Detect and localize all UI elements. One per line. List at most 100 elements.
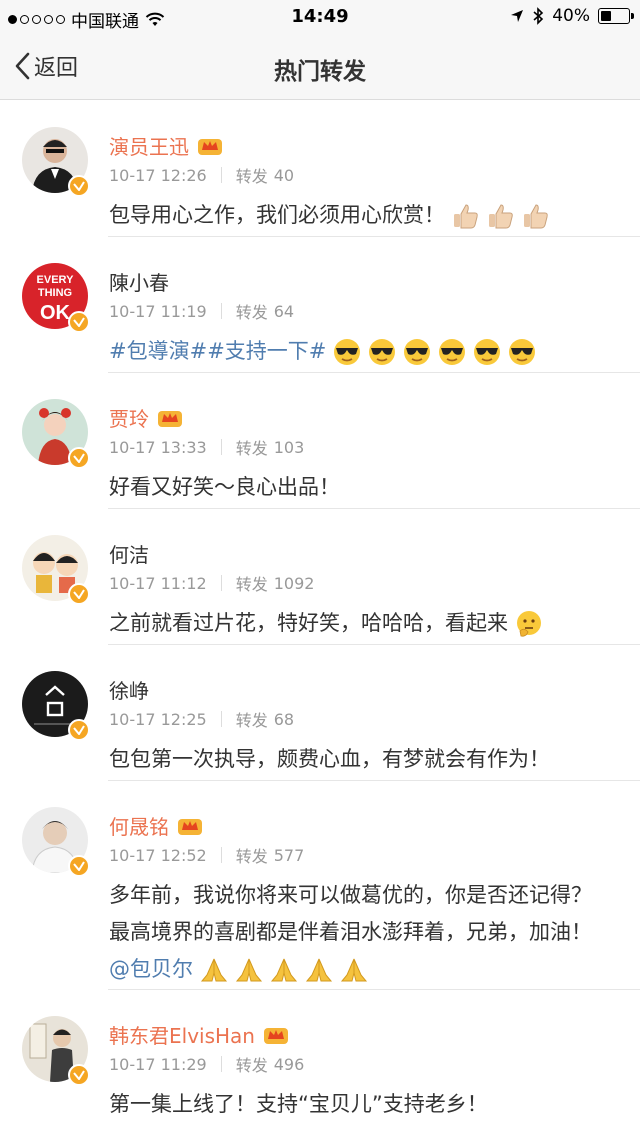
meta-divider (220, 575, 222, 591)
thumbs-up-icon (451, 201, 551, 231)
sunglasses-face-icon (332, 337, 537, 367)
repost-count: 103 (273, 437, 305, 457)
thumbs-up-icon (521, 201, 551, 231)
repost-item[interactable]: 何晟铭 10-17 12:52 转发 577 多年前，我说你将来可以做葛优的，你… (0, 781, 640, 990)
user-name[interactable]: 徐峥 (109, 675, 149, 704)
repost-count: 496 (273, 1054, 305, 1074)
post-meta: 10-17 11:19 转发 64 (109, 299, 294, 323)
repost-count: 64 (273, 301, 295, 321)
repost-list: 演员王迅 10-17 12:26 转发 40 包导用心之作，我们必须用心欣赏！ … (0, 101, 640, 1126)
user-name-row: 徐峥 (109, 675, 149, 704)
user-name-row: 韩东君ElvisHan (109, 1020, 289, 1049)
verified-badge-icon (68, 719, 90, 741)
repost-item[interactable]: 何洁 10-17 11:12 转发 1092 之前就看过片花，特好笑，哈哈哈，看… (0, 509, 640, 645)
battery-icon (598, 8, 634, 24)
post-text-body: 包导用心之作，我们必须用心欣赏！ (109, 203, 445, 227)
user-name[interactable]: 演员王迅 (109, 131, 189, 160)
topic-link[interactable]: #包導演# (109, 339, 207, 363)
topic-link[interactable]: #支持一下# (207, 339, 326, 363)
post-time: 10-17 11:19 (109, 301, 207, 321)
pray-hands-icon (199, 955, 229, 985)
mention-link[interactable]: @包贝尔 (109, 957, 193, 981)
post-time: 10-17 11:29 (109, 1054, 207, 1074)
meta-divider (220, 711, 222, 727)
post-text: 第一集上线了！支持“宝贝儿”支持老乡！ (109, 1086, 609, 1123)
verified-badge-icon (68, 447, 90, 469)
avatar-text: EVERY (37, 274, 75, 286)
post-meta: 10-17 12:25 转发 68 (109, 707, 294, 731)
post-text-body: 多年前，我说你将来可以做葛优的，你是否还记得？最高境界的喜剧都是伴着泪水澎拜着，… (109, 883, 592, 944)
thinking-face-icon (514, 609, 544, 639)
repost-item[interactable]: 贾玲 10-17 13:33 转发 103 好看又好笑～良心出品！ (0, 373, 640, 509)
sunglasses-face-icon (367, 337, 397, 367)
back-button[interactable]: 返回 (14, 48, 78, 84)
pray-hands-icon (304, 955, 334, 985)
thumbs-up-icon (486, 201, 516, 231)
status-bar: 中国联通 14:49 40% (0, 0, 640, 34)
page-title: 热门转发 (274, 59, 366, 85)
back-label: 返回 (34, 56, 79, 81)
bluetooth-icon (533, 7, 544, 25)
pray-hands-icon (269, 955, 299, 985)
post-time: 10-17 12:25 (109, 709, 207, 729)
post-text: #包導演##支持一下# (109, 333, 609, 370)
post-text: 包包第一次执导，颇费心血，有梦就会有作为！ (109, 741, 609, 778)
thinking-face-icon (514, 609, 544, 639)
thumbs-up-icon (451, 201, 481, 231)
pray-hands-icon (339, 955, 369, 985)
user-name-row: 陳小春 (109, 267, 169, 296)
repost-count: 68 (273, 709, 295, 729)
repost-label: 转发 (235, 439, 268, 458)
user-name[interactable]: 何洁 (109, 539, 149, 568)
user-name[interactable]: 贾玲 (109, 403, 149, 432)
verified-badge-icon (68, 175, 90, 197)
repost-item[interactable]: 韩东君ElvisHan 10-17 11:29 转发 496 第一集上线了！支持… (0, 990, 640, 1126)
repost-label: 转发 (235, 167, 268, 186)
post-text-body: 包包第一次执导，颇费心血，有梦就会有作为！ (109, 747, 550, 771)
post-text: 多年前，我说你将来可以做葛优的，你是否还记得？最高境界的喜剧都是伴着泪水澎拜着，… (109, 877, 609, 988)
user-name[interactable]: 陳小春 (109, 267, 169, 296)
meta-divider (220, 303, 222, 319)
vip-crown-icon (178, 818, 202, 835)
avatar-text: OK (40, 302, 71, 324)
user-name[interactable]: 韩东君ElvisHan (109, 1020, 255, 1049)
verified-badge-icon (68, 583, 90, 605)
sunglasses-face-icon (437, 337, 467, 367)
sunglasses-face-icon (472, 337, 502, 367)
user-name[interactable]: 何晟铭 (109, 811, 169, 840)
meta-divider (220, 167, 222, 183)
user-name-row: 何晟铭 (109, 811, 203, 840)
post-text: 包导用心之作，我们必须用心欣赏！ (109, 197, 609, 234)
repost-count: 577 (273, 845, 305, 865)
repost-item[interactable]: 演员王迅 10-17 12:26 转发 40 包导用心之作，我们必须用心欣赏！ (0, 101, 640, 237)
chevron-left-icon (15, 52, 30, 80)
meta-divider (220, 847, 222, 863)
sunglasses-face-icon (507, 337, 537, 367)
post-text-body: 第一集上线了！支持“宝贝儿”支持老乡！ (109, 1092, 488, 1116)
repost-count: 40 (273, 165, 295, 185)
repost-label: 转发 (235, 1056, 268, 1075)
post-meta: 10-17 13:33 转发 103 (109, 435, 304, 459)
user-name-row: 演员王迅 (109, 131, 223, 160)
user-name-row: 贾玲 (109, 403, 183, 432)
verified-badge-icon (68, 311, 90, 333)
post-time: 10-17 13:33 (109, 437, 207, 457)
user-name-row: 何洁 (109, 539, 149, 568)
post-time: 10-17 11:12 (109, 573, 207, 593)
pray-hands-icon (234, 955, 264, 985)
vip-crown-icon (158, 410, 182, 427)
vip-crown-icon (263, 1027, 288, 1044)
post-time: 10-17 12:52 (109, 845, 207, 865)
sunglasses-face-icon (402, 337, 432, 367)
meta-divider (220, 1056, 222, 1072)
repost-label: 转发 (235, 847, 268, 866)
post-text-body: 之前就看过片花，特好笑，哈哈哈，看起来 (109, 611, 508, 635)
pray-hands-icon (199, 955, 369, 985)
repost-label: 转发 (235, 575, 268, 594)
repost-label: 转发 (235, 711, 268, 730)
location-arrow-icon (511, 10, 524, 22)
repost-item[interactable]: 徐峥 10-17 12:25 转发 68 包包第一次执导，颇费心血，有梦就会有作… (0, 645, 640, 781)
meta-divider (220, 439, 222, 455)
vip-crown-icon (198, 138, 222, 155)
repost-item[interactable]: EVERY THING OK 陳小春 10-17 11:19 转发 64 #包導… (0, 237, 640, 373)
